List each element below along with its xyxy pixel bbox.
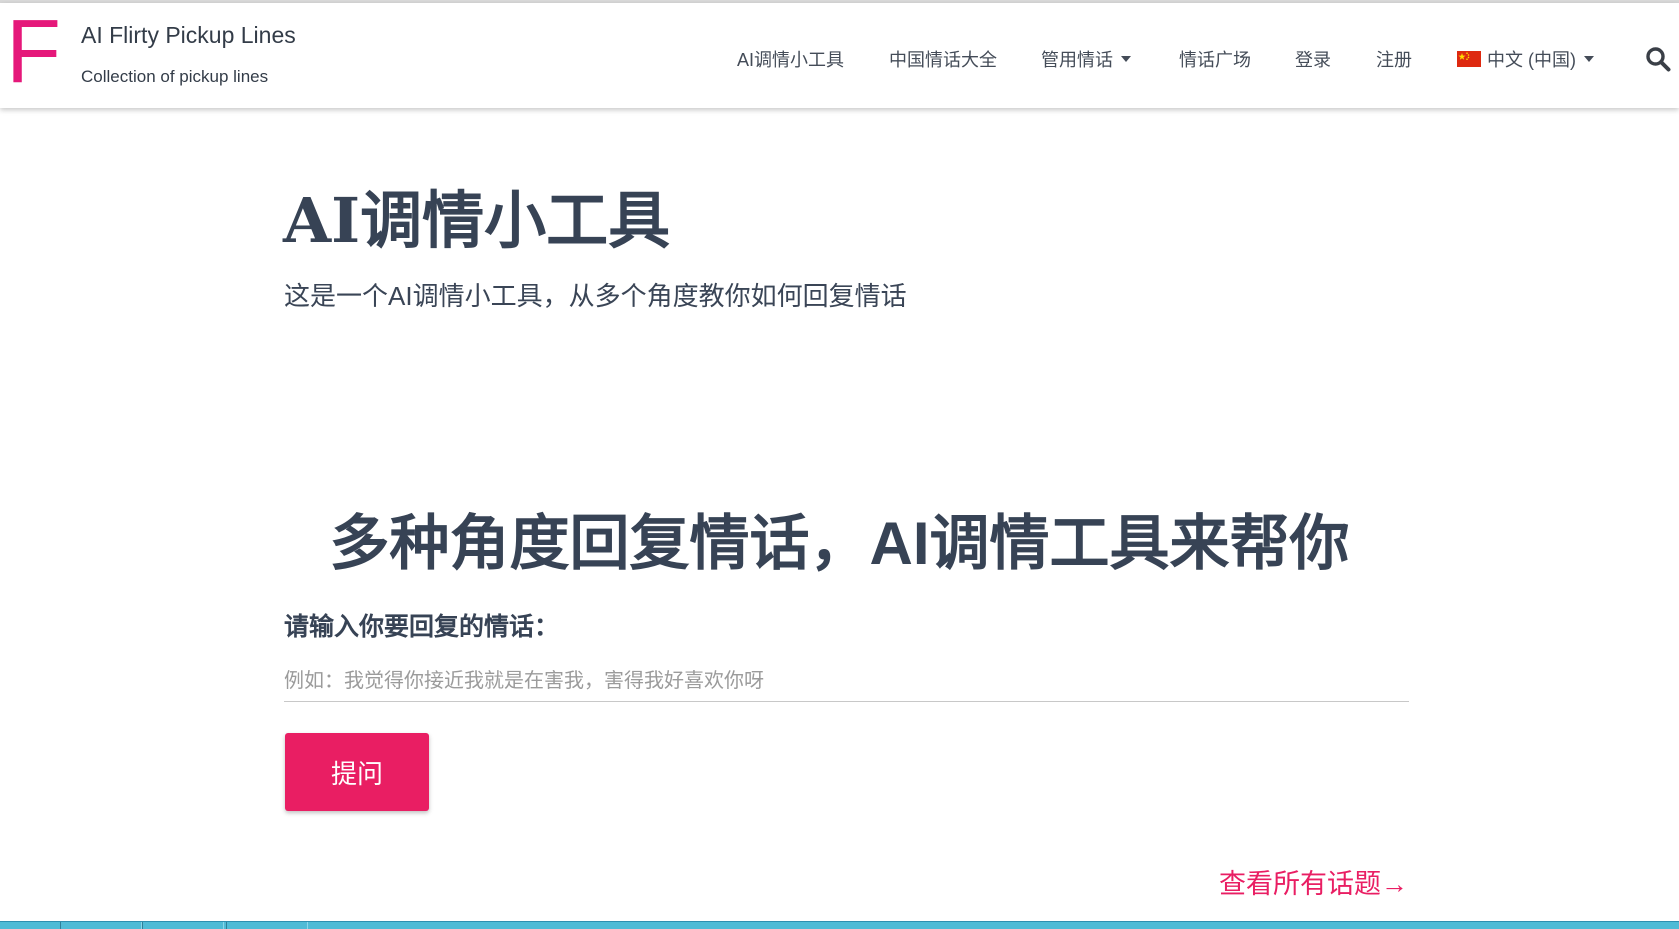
site-logo[interactable]: F [6,7,61,97]
site-title[interactable]: AI Flirty Pickup Lines [81,22,296,49]
page-title: AI调情小工具 [283,184,671,257]
site-subtitle: Collection of pickup lines [81,67,269,86]
nav-item-useful-love-words[interactable]: 管用情话 [1041,46,1131,72]
nav-item-register[interactable]: 注册 [1376,46,1412,72]
nav-item-love-words-square[interactable]: 情话广场 [1179,46,1251,72]
tool-heading: 多种角度回复情话，AI调情工具来帮你 [329,510,1350,577]
page-subtitle: 这是一个AI调情小工具，从多个角度教你如何回复情话 [284,281,907,311]
china-flag-icon [1457,51,1481,68]
language-selector[interactable]: 中文 (中国) [1457,46,1594,72]
view-all-topics-link[interactable]: 查看所有话题→ [1219,862,1408,901]
chevron-down-icon [1121,56,1131,63]
nav-item-chinese-love-words[interactable]: 中国情话大全 [889,46,997,72]
search-icon[interactable] [1645,46,1671,72]
language-label: 中文 (中国) [1487,50,1576,70]
taskbar-item[interactable] [60,922,142,929]
taskbar-item[interactable] [226,922,308,929]
ask-button[interactable]: 提问 [285,733,429,811]
taskbar-item[interactable] [142,922,224,929]
chevron-down-icon [1584,56,1594,63]
os-taskbar [0,921,1679,929]
nav-item-login[interactable]: 登录 [1295,46,1331,72]
nav-item-ai-tool[interactable]: AI调情小工具 [737,46,844,72]
love-words-input[interactable] [284,661,1409,702]
input-label: 请输入你要回复的情话： [284,613,560,641]
nav-item-useful-love-words-label: 管用情话 [1041,50,1113,70]
navbar: F AI Flirty Pickup Lines Collection of p… [0,3,1679,108]
